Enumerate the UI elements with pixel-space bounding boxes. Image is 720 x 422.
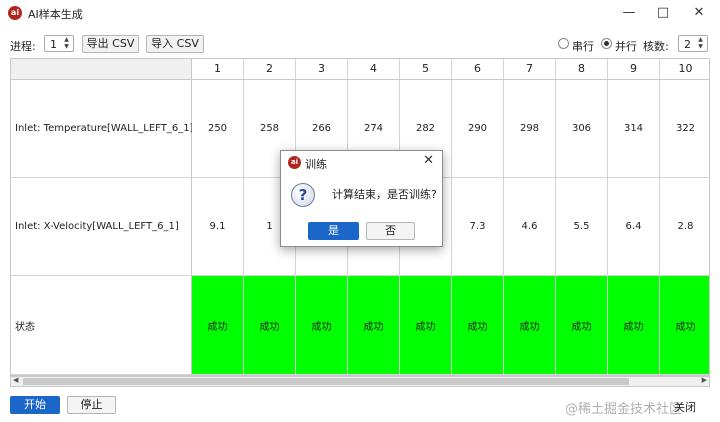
export-csv-button[interactable]: 导出 CSV bbox=[82, 35, 139, 53]
status-cell[interactable]: 成功 bbox=[660, 276, 709, 375]
dialog-title: 训练 bbox=[305, 158, 327, 171]
cores-value: 2 bbox=[684, 38, 691, 51]
serial-label: 串行 bbox=[572, 40, 594, 53]
column-header[interactable]: 3 bbox=[296, 59, 348, 80]
column-header[interactable]: 8 bbox=[556, 59, 608, 80]
table-cell[interactable]: 290 bbox=[452, 80, 504, 178]
process-value: 1 bbox=[50, 38, 57, 51]
toolbar: 进程: 1 ▲ ▼ 导出 CSV 导入 CSV 串行 并行 核数: 2 ▲ ▼ bbox=[0, 32, 720, 56]
stop-button[interactable]: 停止 bbox=[67, 396, 116, 414]
dialog-logo-icon: ai bbox=[288, 156, 301, 169]
status-cell[interactable]: 成功 bbox=[400, 276, 452, 375]
row-header[interactable]: Inlet: X-Velocity[WALL_LEFT_6_1] bbox=[11, 178, 192, 276]
start-button[interactable]: 开始 bbox=[10, 396, 60, 414]
title-bar: ai AI样本生成 — □ ✕ bbox=[0, 0, 720, 26]
table-cell[interactable]: 4.6 bbox=[504, 178, 556, 276]
parallel-radio[interactable] bbox=[601, 38, 612, 49]
table-cell[interactable]: 314 bbox=[608, 80, 660, 178]
status-cell[interactable]: 成功 bbox=[504, 276, 556, 375]
column-header[interactable]: 10 bbox=[660, 59, 709, 80]
stepper-arrows-icon[interactable]: ▲ ▼ bbox=[62, 36, 71, 50]
status-cell[interactable]: 成功 bbox=[452, 276, 504, 375]
table-cell[interactable]: 2.8 bbox=[660, 178, 709, 276]
row-header[interactable]: 状态 bbox=[11, 276, 192, 375]
column-header[interactable]: 5 bbox=[400, 59, 452, 80]
table-corner bbox=[11, 59, 192, 80]
yes-button[interactable]: 是 bbox=[308, 222, 359, 240]
column-header[interactable]: 2 bbox=[244, 59, 296, 80]
minimize-icon[interactable]: — bbox=[612, 0, 646, 26]
process-stepper[interactable]: 1 ▲ ▼ bbox=[44, 35, 74, 52]
status-cell[interactable]: 成功 bbox=[296, 276, 348, 375]
close-button[interactable]: 关闭 bbox=[674, 399, 696, 415]
scroll-right-icon[interactable]: ▶ bbox=[702, 376, 707, 384]
column-header[interactable]: 1 bbox=[192, 59, 244, 80]
process-label: 进程: bbox=[10, 40, 36, 53]
question-icon: ? bbox=[291, 183, 315, 207]
maximize-icon[interactable]: □ bbox=[646, 0, 680, 26]
dialog-message: 计算结束，是否训练? bbox=[332, 188, 437, 201]
status-cell[interactable]: 成功 bbox=[192, 276, 244, 375]
import-csv-button[interactable]: 导入 CSV bbox=[146, 35, 204, 53]
table-cell[interactable]: 9.1 bbox=[192, 178, 244, 276]
cores-label: 核数: bbox=[643, 40, 669, 53]
status-cell[interactable]: 成功 bbox=[608, 276, 660, 375]
table-cell[interactable]: 298 bbox=[504, 80, 556, 178]
table-cell[interactable]: 306 bbox=[556, 80, 608, 178]
table-cell[interactable]: 6.4 bbox=[608, 178, 660, 276]
train-dialog: ai 训练 ✕ ? 计算结束，是否训练? 是 否 bbox=[280, 150, 443, 247]
close-icon[interactable]: ✕ bbox=[682, 0, 716, 26]
table-cell[interactable]: 7.3 bbox=[452, 178, 504, 276]
parallel-label: 并行 bbox=[615, 40, 637, 53]
status-cell[interactable]: 成功 bbox=[348, 276, 400, 375]
column-header[interactable]: 7 bbox=[504, 59, 556, 80]
scroll-left-icon[interactable]: ◀ bbox=[13, 376, 18, 384]
table-cell[interactable]: 250 bbox=[192, 80, 244, 178]
scrollbar-thumb[interactable] bbox=[23, 378, 629, 385]
horizontal-scrollbar[interactable]: ◀ ▶ bbox=[10, 376, 710, 387]
table-cell[interactable]: 322 bbox=[660, 80, 709, 178]
watermark: @稀土掘金技术社区 bbox=[565, 402, 683, 417]
column-header[interactable]: 4 bbox=[348, 59, 400, 80]
app-logo-icon: ai bbox=[8, 6, 22, 20]
serial-radio[interactable] bbox=[558, 38, 569, 49]
cores-stepper[interactable]: 2 ▲ ▼ bbox=[678, 35, 708, 52]
dialog-close-icon[interactable]: ✕ bbox=[423, 153, 434, 168]
window-title: AI样本生成 bbox=[28, 8, 83, 21]
no-button[interactable]: 否 bbox=[366, 222, 415, 240]
status-cell[interactable]: 成功 bbox=[244, 276, 296, 375]
column-header[interactable]: 6 bbox=[452, 59, 504, 80]
stepper-arrows-icon[interactable]: ▲ ▼ bbox=[696, 36, 705, 50]
status-cell[interactable]: 成功 bbox=[556, 276, 608, 375]
table-cell[interactable]: 5.5 bbox=[556, 178, 608, 276]
column-header[interactable]: 9 bbox=[608, 59, 660, 80]
row-header[interactable]: Inlet: Temperature[WALL_LEFT_6_1] bbox=[11, 80, 193, 178]
